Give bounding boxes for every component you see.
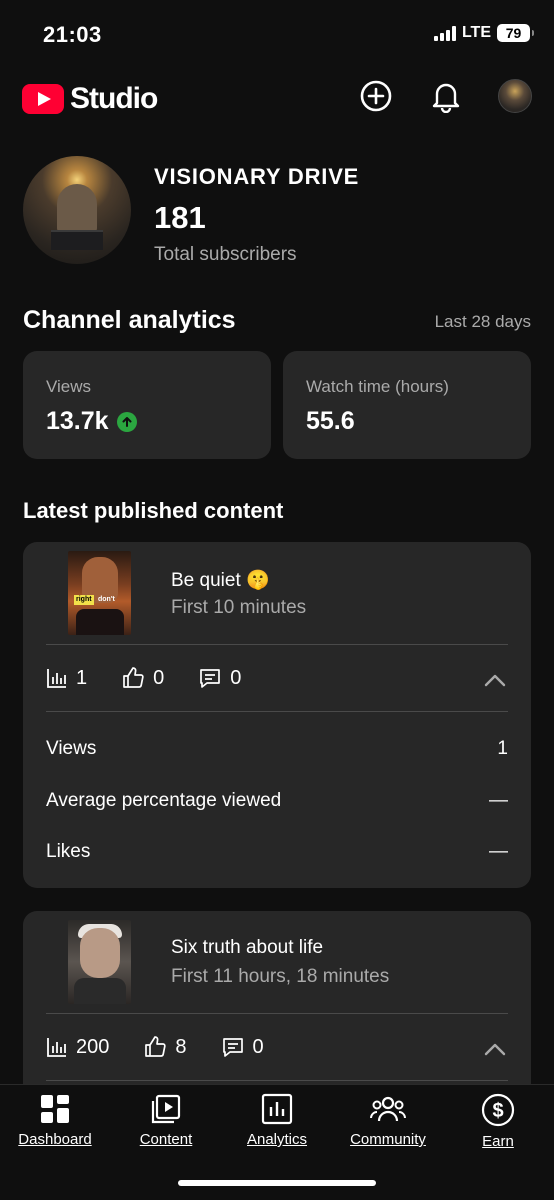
comment-icon: [222, 1038, 243, 1057]
views-card[interactable]: Views 13.7k: [23, 351, 271, 459]
likes-count: 0: [153, 666, 165, 689]
detail-value: 1: [497, 738, 508, 759]
svg-text:$: $: [492, 1100, 503, 1122]
dashboard-icon: [41, 1095, 69, 1123]
detail-row-likes: Likes —: [46, 841, 508, 863]
detail-value: —: [489, 790, 508, 811]
channel-header: VISIONARY DRIVE 181 Total subscribers: [23, 156, 533, 266]
thumbnail-caption-b: don't: [98, 596, 115, 603]
content-card-2: Six truth about life First 11 hours, 18 …: [23, 911, 531, 1101]
views-label: Views: [46, 377, 92, 396]
divider: [46, 644, 508, 645]
channel-name: VISIONARY DRIVE: [154, 164, 360, 189]
studio-logo[interactable]: Studio: [22, 82, 158, 116]
content-card-1: right don't Be quiet 🤫 First 10 minutes …: [23, 542, 531, 888]
nav-analytics[interactable]: Analytics: [222, 1093, 332, 1148]
watch-time-label: Watch time (hours): [306, 377, 449, 396]
home-indicator[interactable]: [178, 1180, 376, 1186]
nav-label: Community: [350, 1131, 426, 1148]
views-metric: 200: [46, 1036, 109, 1059]
watch-time-value: 55.6: [306, 407, 355, 435]
likes-metric: 8: [143, 1035, 187, 1059]
views-number: 13.7k: [46, 407, 109, 435]
add-circle-icon[interactable]: [358, 78, 394, 114]
status-bar: 21:03 LTE 79: [0, 0, 554, 70]
video-thumbnail[interactable]: [68, 920, 131, 1004]
comments-count: 0: [230, 666, 242, 689]
chevron-up-icon[interactable]: [481, 1035, 509, 1063]
detail-label: Views: [46, 738, 97, 759]
detail-row-avg-viewed: Average percentage viewed —: [46, 790, 508, 812]
analytics-icon: [261, 1093, 293, 1125]
latest-content-title: Latest published content: [23, 498, 284, 523]
likes-count: 8: [175, 1035, 187, 1058]
network-label: LTE: [461, 24, 491, 41]
divider: [46, 711, 508, 712]
watch-time-card[interactable]: Watch time (hours) 55.6: [283, 351, 531, 459]
nav-dashboard[interactable]: Dashboard: [0, 1093, 110, 1148]
battery-icon: 79: [497, 24, 534, 42]
video-title[interactable]: Be quiet 🤫: [171, 568, 270, 592]
nav-content[interactable]: Content: [111, 1093, 221, 1148]
detail-label: Average percentage viewed: [46, 790, 282, 811]
detail-row-views: Views 1: [46, 738, 508, 760]
status-time: 21:03: [43, 22, 102, 47]
comment-icon: [200, 669, 221, 688]
nav-label: Content: [139, 1131, 193, 1148]
likes-metric: 0: [121, 666, 164, 690]
channel-avatar[interactable]: [23, 156, 131, 264]
bar-chart-icon: [47, 669, 66, 688]
status-indicators: LTE 79: [433, 24, 534, 42]
trend-up-icon: [116, 411, 137, 432]
logo-text: Studio: [70, 82, 158, 115]
views-value: 13.7k: [46, 407, 137, 436]
video-period: First 11 hours, 18 minutes: [171, 966, 390, 987]
account-avatar[interactable]: [498, 79, 532, 113]
nav-earn[interactable]: $ Earn: [443, 1093, 553, 1150]
video-metrics: 1 0 0: [46, 666, 275, 690]
subscriber-count: 181: [154, 200, 206, 235]
content-icon: [151, 1094, 181, 1124]
bar-chart-icon: [47, 1038, 66, 1057]
youtube-logo-icon: [22, 84, 64, 114]
nav-community[interactable]: Community: [333, 1093, 443, 1148]
comments-metric: 0: [198, 666, 241, 690]
video-title[interactable]: Six truth about life: [171, 937, 323, 959]
analytics-title: Channel analytics: [23, 306, 236, 334]
views-count: 200: [76, 1035, 110, 1058]
subscriber-label: Total subscribers: [154, 244, 297, 265]
thumbs-up-icon: [145, 1036, 167, 1057]
views-metric: 1: [46, 667, 87, 690]
community-icon: [370, 1096, 406, 1122]
detail-value: —: [489, 841, 508, 862]
video-metrics: 200 8 0: [46, 1035, 298, 1059]
thumbnail-caption-a: right: [74, 595, 94, 605]
bell-icon[interactable]: [428, 78, 464, 114]
chevron-up-icon[interactable]: [481, 666, 509, 694]
nav-label: Analytics: [246, 1131, 308, 1148]
thumbs-up-icon: [123, 667, 144, 688]
video-period: First 10 minutes: [171, 597, 307, 618]
app-header: Studio: [0, 72, 554, 128]
comments-metric: 0: [221, 1035, 264, 1059]
comments-count: 0: [252, 1035, 264, 1058]
nav-label: Dashboard: [18, 1131, 92, 1148]
signal-icon: [433, 25, 456, 41]
views-count: 1: [76, 666, 88, 689]
analytics-range: Last 28 days: [434, 312, 531, 331]
earn-icon: $: [481, 1093, 515, 1127]
divider: [46, 1080, 508, 1081]
video-thumbnail[interactable]: right don't: [68, 551, 131, 635]
divider: [46, 1013, 508, 1014]
detail-label: Likes: [46, 841, 91, 862]
nav-label: Earn: [482, 1133, 514, 1150]
